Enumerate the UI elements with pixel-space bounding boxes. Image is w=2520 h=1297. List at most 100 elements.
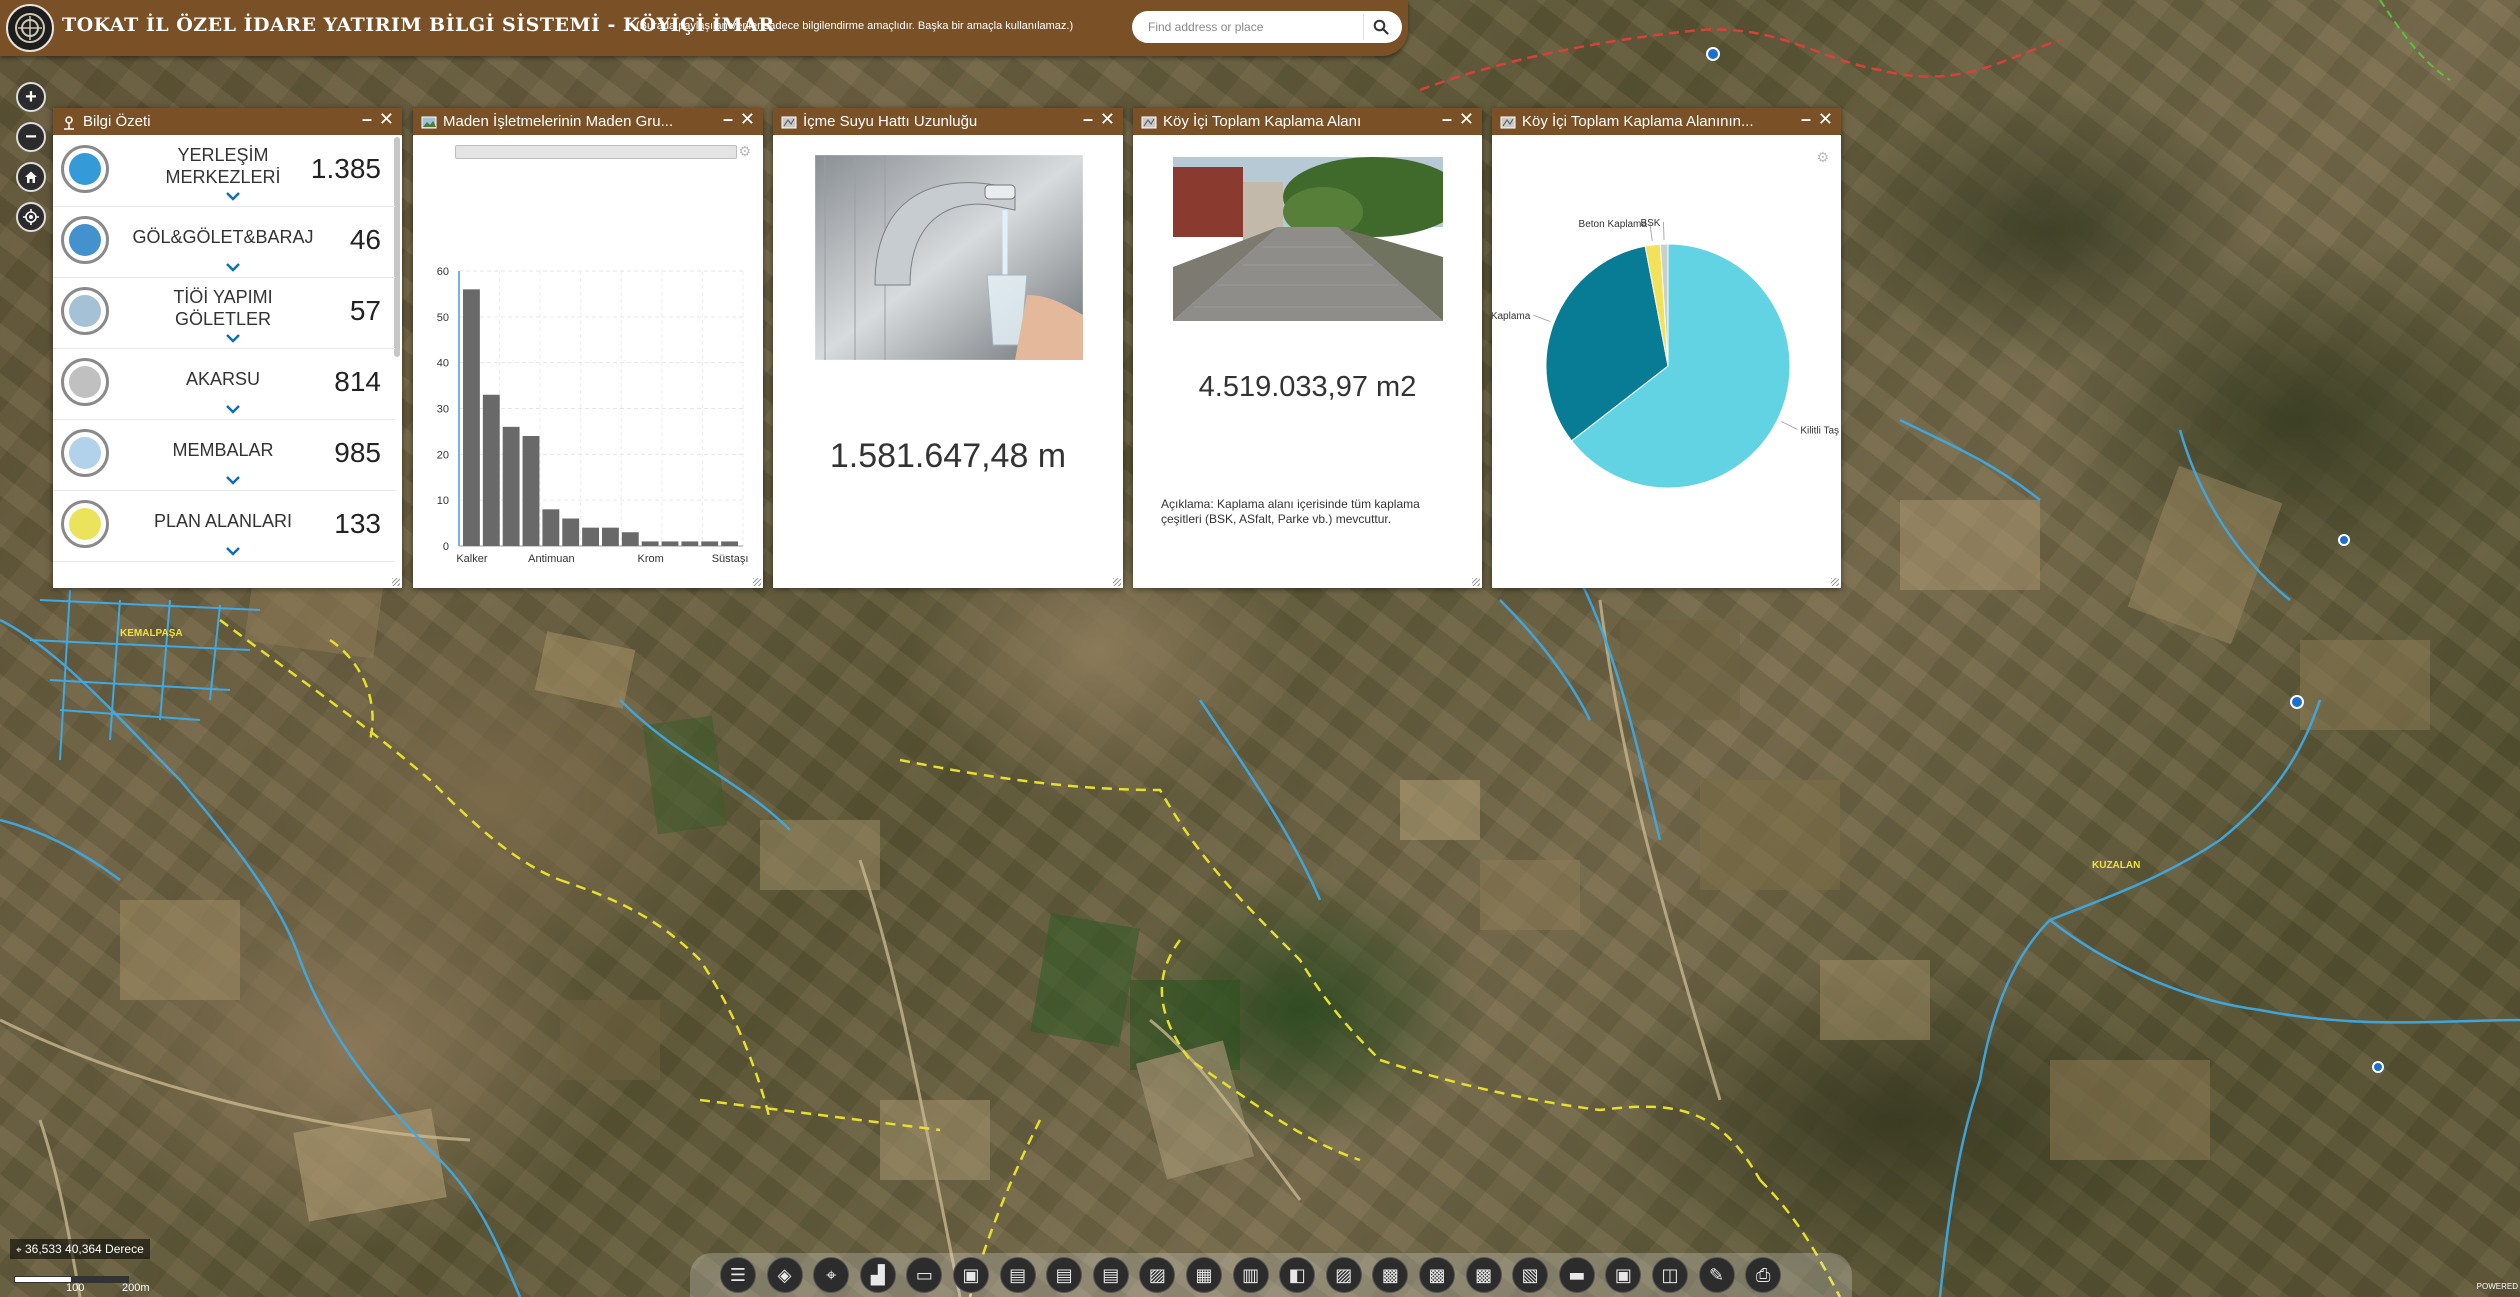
panel-header[interactable]: Köy İçi Toplam Kaplama Alanının... – ✕ xyxy=(1492,108,1841,135)
resize-handle[interactable] xyxy=(1472,578,1480,586)
close-button[interactable]: ✕ xyxy=(1459,109,1474,130)
bar[interactable] xyxy=(602,527,619,546)
search-button[interactable] xyxy=(1363,14,1398,40)
package-icon[interactable]: ◫ xyxy=(1652,1257,1688,1293)
chevron-down-icon[interactable] xyxy=(225,475,241,485)
locate-button[interactable] xyxy=(16,202,46,232)
bar[interactable] xyxy=(542,509,560,546)
list-icon[interactable]: ☰ xyxy=(720,1257,756,1293)
panel-icme-suyu: İçme Suyu Hattı Uzunluğu – ✕ 1.581.647,4… xyxy=(773,108,1123,588)
chevron-down-icon[interactable] xyxy=(225,404,241,414)
chart-icon[interactable]: ▟ xyxy=(859,1257,896,1293)
coordinate-readout: ⌖ 36,533 40,364 Derece xyxy=(10,1239,150,1259)
bar[interactable] xyxy=(621,532,639,546)
building-icon[interactable]: ▩ xyxy=(1419,1257,1455,1293)
panel-body: 4.519.033,97 m2 Açıklama: Kaplama alanı … xyxy=(1133,135,1482,588)
info-row[interactable]: TİÖİ YAPIMI GÖLETLER 57 xyxy=(53,277,395,349)
home-button[interactable] xyxy=(16,162,46,192)
resize-handle[interactable] xyxy=(392,578,400,586)
bar[interactable] xyxy=(463,289,480,546)
bar[interactable] xyxy=(522,436,540,546)
chart-body: ⚙ Kilitli Taş Kaplama Beton Kaplama BSK xyxy=(1492,135,1841,588)
bottom-toolbar: ☰ ◈ ⌖ ▟ ▭ ▣ ▤ ▤ ▤ ▨ ▦ ▥ ◧ ▨ ▩ ▩ ▩ ▧ ▬ ▣ ◫ ✎ ⎙ xyxy=(690,1253,1852,1297)
pie-leader-line xyxy=(1533,314,1551,322)
panel-maden-chart: Maden İşletmelerinin Maden Gru... – ✕ ⚙ … xyxy=(413,108,763,588)
info-row[interactable]: MEMBALAR 985 xyxy=(53,419,395,491)
map-icon[interactable]: ▤ xyxy=(1092,1257,1129,1293)
y-tick-label: 30 xyxy=(437,404,449,416)
bar[interactable] xyxy=(641,541,659,546)
minimize-button[interactable]: – xyxy=(1083,109,1093,130)
resize-handle[interactable] xyxy=(1113,578,1121,586)
bar[interactable] xyxy=(701,541,719,546)
minimize-button[interactable]: – xyxy=(362,109,372,130)
layers-icon[interactable]: ◈ xyxy=(766,1257,803,1293)
map-icon[interactable]: ▤ xyxy=(999,1257,1036,1293)
road-icon[interactable]: ▧ xyxy=(1512,1257,1549,1293)
resize-handle[interactable] xyxy=(753,578,761,586)
pie-leader-line xyxy=(1780,421,1798,430)
info-row[interactable]: AKARSU 814 xyxy=(53,348,395,420)
resize-handle[interactable] xyxy=(1831,578,1839,586)
chart-body: ⚙ 0 10 20 30 40 50 60 Kalker Antimuan Krom Süstaşı xyxy=(413,135,763,588)
chevron-down-icon[interactable] xyxy=(225,191,241,201)
search-icon xyxy=(1373,19,1389,35)
print-icon[interactable]: ⎙ xyxy=(1745,1257,1782,1293)
monitor-icon[interactable]: ▣ xyxy=(1605,1257,1642,1293)
chevron-down-icon[interactable] xyxy=(225,262,241,272)
image-icon[interactable]: ▨ xyxy=(1139,1257,1176,1293)
bar[interactable] xyxy=(582,527,599,546)
search-input[interactable] xyxy=(1146,15,1360,39)
close-button[interactable]: ✕ xyxy=(1100,109,1115,130)
chevron-down-icon[interactable] xyxy=(225,546,241,556)
info-label: MEMBALAR xyxy=(172,440,274,460)
chevron-down-icon[interactable] xyxy=(225,333,241,343)
edit-icon[interactable]: ✎ xyxy=(1698,1257,1735,1293)
minimize-button[interactable]: – xyxy=(1442,109,1452,130)
bar[interactable] xyxy=(482,394,500,546)
bar[interactable] xyxy=(661,541,679,546)
grid-icon[interactable]: ▦ xyxy=(1186,1257,1222,1293)
panel-title: Köy İçi Toplam Kaplama Alanının... xyxy=(1522,113,1754,130)
truck-icon[interactable]: ◧ xyxy=(1279,1257,1316,1293)
bar[interactable] xyxy=(502,426,520,546)
close-button[interactable]: ✕ xyxy=(379,109,394,130)
panel-header[interactable]: Maden İşletmelerinin Maden Gru... – ✕ xyxy=(413,108,763,135)
minimize-button[interactable]: – xyxy=(723,109,733,130)
screen-icon[interactable]: ▣ xyxy=(953,1257,989,1293)
close-button[interactable]: ✕ xyxy=(740,109,755,130)
home-icon xyxy=(25,171,37,183)
minimize-button[interactable]: – xyxy=(1801,109,1811,130)
chat-icon[interactable]: ▭ xyxy=(906,1257,943,1293)
info-value: 57 xyxy=(349,295,381,326)
seal-icon xyxy=(15,13,45,43)
panel-title: Bilgi Özeti xyxy=(83,113,151,130)
coordinate-text: 36,533 40,364 Derece xyxy=(24,1242,144,1256)
x-tick-label: Kalker xyxy=(456,553,488,565)
panel-header[interactable]: İçme Suyu Hattı Uzunluğu – ✕ xyxy=(773,108,1123,135)
map-icon[interactable]: ▤ xyxy=(1046,1257,1083,1293)
info-row[interactable]: GÖL&GÖLET&BARAJ 46 xyxy=(53,206,395,278)
info-row[interactable]: YERLEŞİM MERKEZLERİ 1.385 xyxy=(53,135,395,207)
panel-header[interactable]: Köy İçi Toplam Kaplama Alanı – ✕ xyxy=(1133,108,1482,135)
image-icon[interactable]: ▨ xyxy=(1325,1257,1362,1293)
panel-header[interactable]: Bilgi Özeti – ✕ xyxy=(53,108,402,135)
building-icon[interactable]: ▩ xyxy=(1465,1257,1502,1293)
bar[interactable] xyxy=(681,541,699,546)
bus-icon[interactable]: ▥ xyxy=(1232,1257,1269,1293)
pie-leader-line xyxy=(1663,222,1665,241)
bar[interactable] xyxy=(721,541,738,546)
folder-icon[interactable]: ▬ xyxy=(1558,1257,1595,1293)
info-summary-list[interactable]: YERLEŞİM MERKEZLERİ 1.385 GÖL&GÖLET&BARAJ 4… xyxy=(53,135,402,588)
coverage-area-value: 4.519.033,97 m2 xyxy=(1198,371,1417,403)
location-icon[interactable]: ⌖ xyxy=(813,1257,850,1293)
zoom-out-button[interactable]: − xyxy=(16,122,46,152)
bar[interactable] xyxy=(562,518,580,547)
close-button[interactable]: ✕ xyxy=(1818,109,1833,130)
image-icon xyxy=(1500,116,1516,129)
zoom-in-button[interactable]: + xyxy=(16,82,46,112)
info-row[interactable]: PLAN ALANLARI 133 xyxy=(53,490,395,562)
pie-label: BSK xyxy=(1640,218,1660,229)
building-icon[interactable]: ▩ xyxy=(1372,1257,1409,1293)
info-label: GÖL&GÖLET&BARAJ xyxy=(132,227,314,247)
